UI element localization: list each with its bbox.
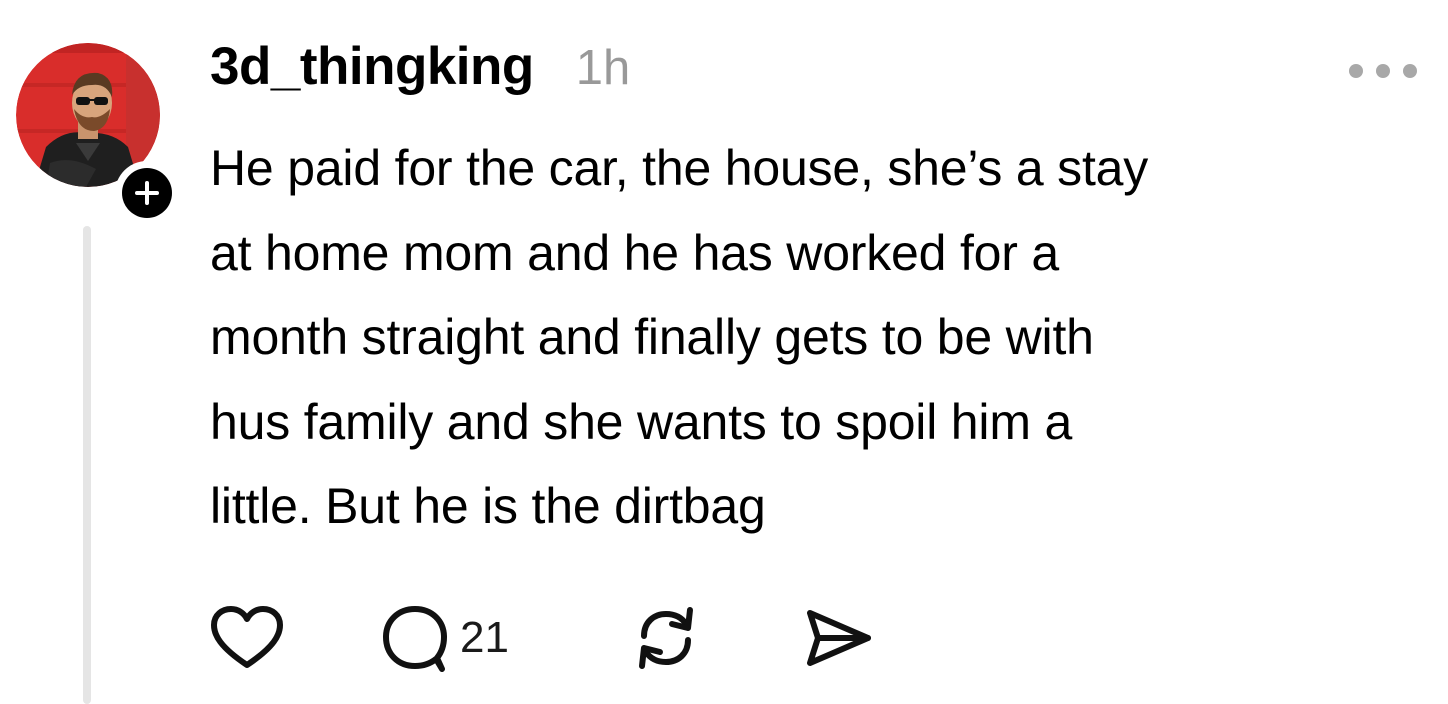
plus-icon [135,181,159,205]
repost-icon [639,607,693,669]
follow-badge-background [122,168,172,218]
timestamp: 1h [575,41,631,95]
heart-icon [211,606,283,668]
more-options-button[interactable] [1344,58,1422,84]
username[interactable]: 3d_thingking [210,36,534,97]
ellipsis-icon [1349,64,1417,78]
follow-button[interactable] [115,161,179,225]
author-avatar-container[interactable] [16,43,179,225]
action-bar: 21 [210,600,910,676]
like-button[interactable] [210,600,284,676]
post-text: He paid for the car, the house, she’s a … [210,140,1149,534]
post-header: 3d_thingking 1h [210,36,630,106]
send-icon [807,610,871,666]
repost-button[interactable] [630,600,702,676]
reply-button[interactable]: 21 [380,600,509,676]
speech-bubble-icon [383,606,447,672]
share-button[interactable] [802,600,874,676]
thread-line [83,226,91,704]
reply-count: 21 [460,613,509,662]
